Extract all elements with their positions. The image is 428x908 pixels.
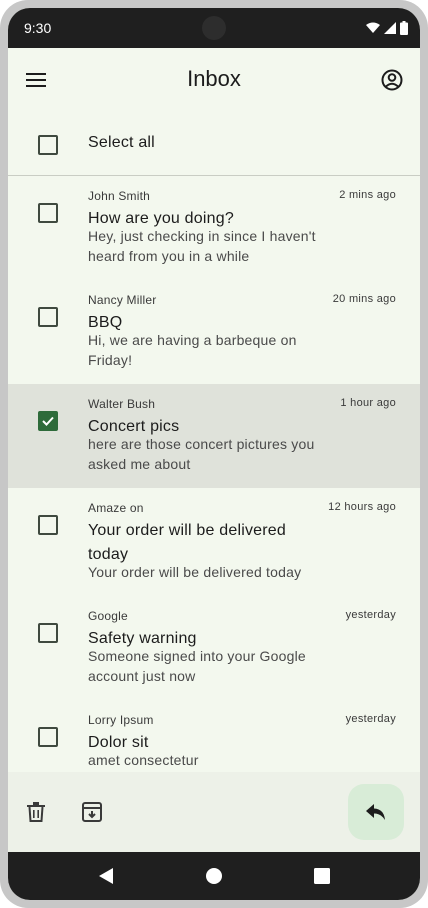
email-preview: Someone signed into your Google account … — [88, 648, 306, 684]
email-row[interactable]: Amaze on 12 hours ago Your order will be… — [8, 488, 420, 596]
archive-button[interactable] — [72, 792, 112, 832]
email-checkbox[interactable] — [38, 623, 58, 643]
back-button[interactable] — [94, 864, 118, 888]
email-sender: Nancy Miller — [88, 293, 157, 307]
email-checkbox[interactable] — [38, 727, 58, 747]
email-preview: Your order will be delivered today — [88, 564, 302, 580]
email-sender: Lorry Ipsum — [88, 713, 154, 727]
email-checkbox[interactable] — [38, 203, 58, 223]
wifi-icon — [366, 22, 380, 33]
status-icons — [366, 21, 408, 35]
trash-icon — [27, 802, 45, 822]
email-time: 12 hours ago — [328, 501, 396, 513]
email-sender: Google — [88, 609, 128, 623]
email-row[interactable]: Nancy Miller 20 mins ago BBQ Hi, we are … — [8, 280, 420, 384]
email-preview: amet consectetur — [88, 752, 199, 768]
select-all-label: Select all — [88, 134, 155, 151]
email-row[interactable]: Google yesterday Safety warning Someone … — [8, 596, 420, 700]
select-all-checkbox[interactable] — [38, 135, 58, 155]
screen: 9:30 Inbox Select all John Smith 2 mins … — [8, 8, 420, 900]
back-triangle-icon — [99, 868, 113, 884]
reply-icon — [366, 804, 385, 820]
select-all-row[interactable]: Select all — [8, 112, 420, 176]
recents-button[interactable] — [310, 864, 334, 888]
camera-cutout — [202, 16, 226, 40]
status-time: 9:30 — [24, 20, 52, 36]
email-time: 1 hour ago — [340, 397, 396, 409]
status-bar: 9:30 — [8, 8, 420, 48]
email-time: yesterday — [345, 713, 396, 725]
email-preview: Hey, just checking in since I haven't he… — [88, 228, 316, 264]
check-icon — [42, 416, 54, 426]
email-row-selected[interactable]: Walter Bush 1 hour ago Concert pics here… — [8, 384, 420, 488]
email-row[interactable]: John Smith 2 mins ago How are you doing?… — [8, 176, 420, 280]
email-time: 2 mins ago — [339, 189, 396, 201]
email-checkbox[interactable] — [38, 515, 58, 535]
recents-square-icon — [314, 868, 330, 884]
signal-icon — [384, 22, 396, 34]
email-subject: Your order will be delivered today — [88, 522, 287, 563]
email-preview: here are those concert pictures you aske… — [88, 436, 315, 472]
system-navigation-bar — [8, 852, 420, 900]
email-time: 20 mins ago — [332, 293, 396, 305]
home-circle-icon — [206, 868, 222, 884]
battery-icon — [400, 21, 408, 35]
email-checkbox-checked[interactable] — [38, 411, 58, 431]
email-checkbox[interactable] — [38, 307, 58, 327]
page-title: Inbox — [187, 66, 241, 91]
reply-fab[interactable] — [348, 784, 404, 840]
email-row[interactable]: Lorry Ipsum yesterday Dolor sit amet con… — [8, 700, 420, 772]
email-sender: John Smith — [88, 189, 151, 203]
email-preview: Hi, we are having a barbeque on Friday! — [88, 332, 297, 368]
device-frame: 9:30 Inbox Select all John Smith 2 mins … — [0, 0, 428, 908]
delete-button[interactable] — [16, 792, 56, 832]
bottom-app-bar — [8, 772, 420, 852]
email-time: yesterday — [345, 609, 396, 621]
email-sender: Walter Bush — [88, 397, 156, 411]
home-button[interactable] — [202, 864, 226, 888]
email-sender: Amaze on — [88, 501, 144, 515]
archive-icon — [82, 802, 102, 822]
